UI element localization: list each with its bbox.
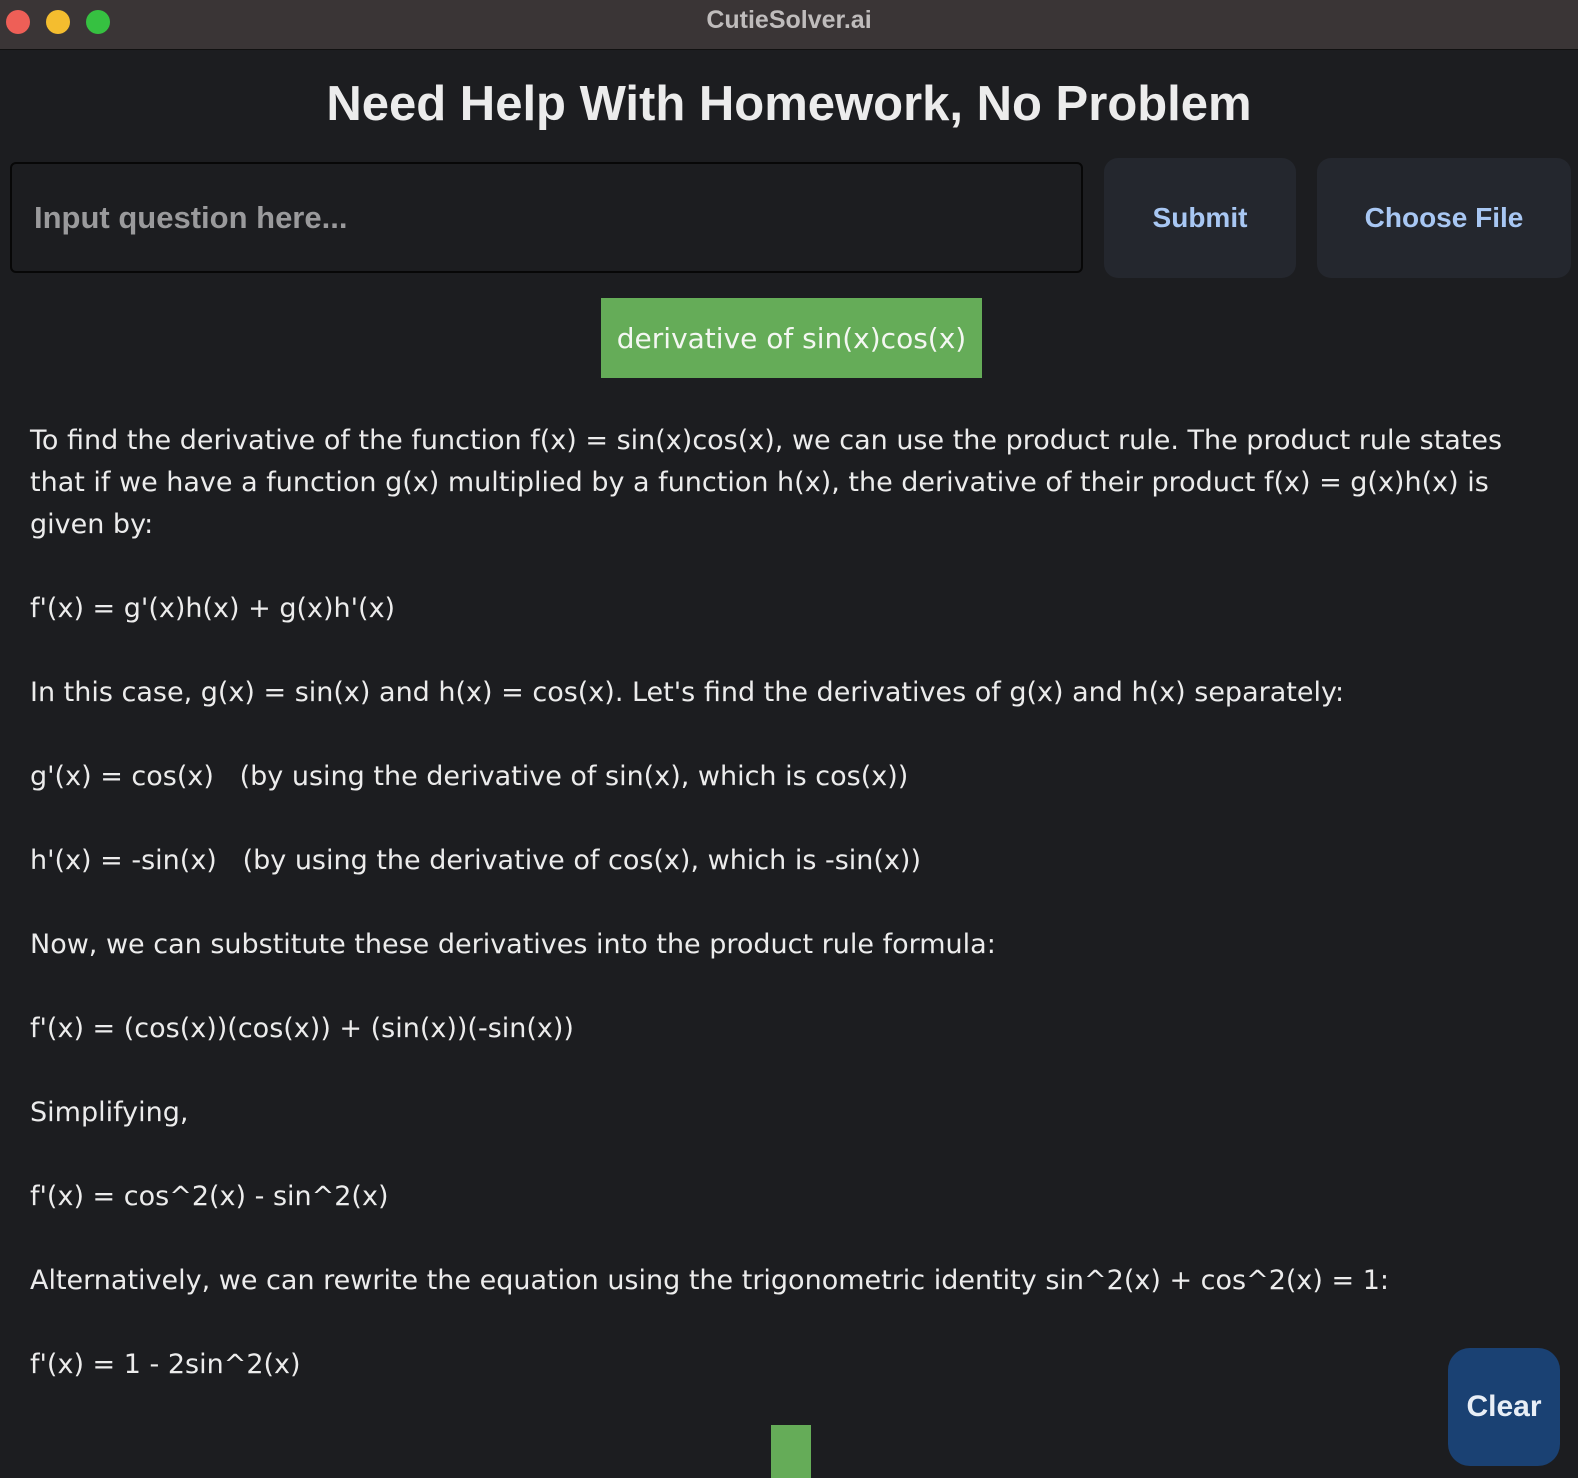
title-bar: CutieSolver.ai <box>0 0 1578 50</box>
clear-button[interactable]: Clear <box>1448 1348 1560 1466</box>
answer-paragraph: f'(x) = cos^2(x) - sin^2(x) <box>30 1181 389 1212</box>
answer-paragraph: f'(x) = 1 - 2sin^2(x) <box>30 1349 301 1380</box>
submitted-question: derivative of sin(x)cos(x) <box>601 298 982 378</box>
answer-paragraph: In this case, g(x) = sin(x) and h(x) = c… <box>30 677 1345 708</box>
answer-paragraph: To find the derivative of the function f… <box>30 425 1511 540</box>
page-heading: Need Help With Homework, No Problem <box>326 77 1252 131</box>
window-title: CutieSolver.ai <box>706 6 872 34</box>
answer-paragraph: h'(x) = -sin(x) (by using the derivative… <box>30 845 921 876</box>
question-input[interactable] <box>10 162 1083 273</box>
app-window: CutieSolver.ai Need Help With Homework, … <box>0 0 1578 1478</box>
answer-text: To find the derivative of the function f… <box>30 420 1540 1386</box>
answer-paragraph: Simplifying, <box>30 1097 189 1128</box>
answer-paragraph: f'(x) = (cos(x))(cos(x)) + (sin(x))(-sin… <box>30 1013 574 1044</box>
answer-paragraph: f'(x) = g'(x)h(x) + g(x)h'(x) <box>30 593 396 624</box>
green-indicator-block <box>771 1425 811 1478</box>
choose-file-button[interactable]: Choose File <box>1317 158 1571 278</box>
answer-paragraph: Now, we can substitute these derivatives… <box>30 929 996 960</box>
answer-paragraph: Alternatively, we can rewrite the equati… <box>30 1265 1389 1296</box>
answer-paragraph: g'(x) = cos(x) (by using the derivative … <box>30 761 909 792</box>
submit-button[interactable]: Submit <box>1104 158 1296 278</box>
